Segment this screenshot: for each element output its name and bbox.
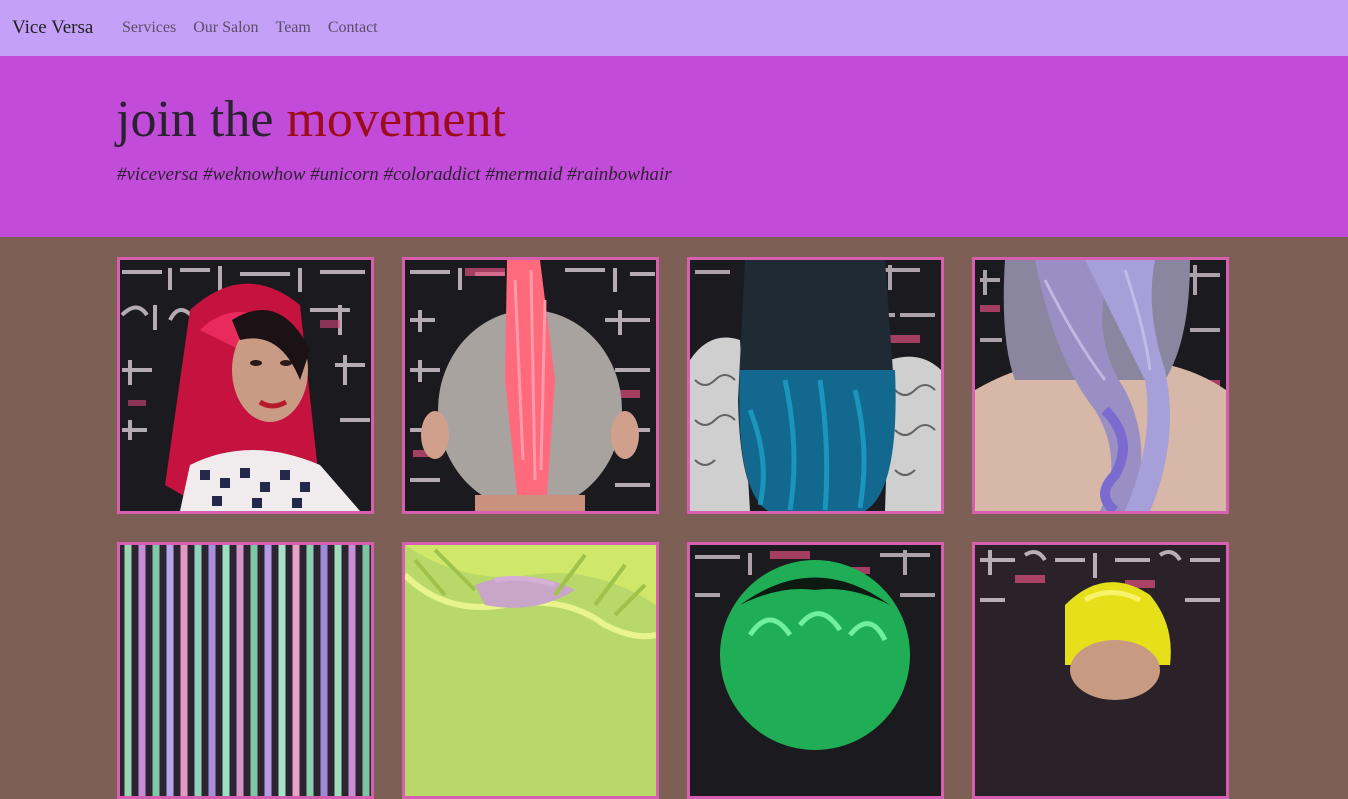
brand-logo[interactable]: Vice Versa xyxy=(12,17,93,39)
yellow-hair-photo xyxy=(975,545,1226,796)
nav-link-contact[interactable]: Contact xyxy=(328,18,378,38)
pink-mohawk-photo xyxy=(405,260,656,511)
hero-title: join the movement xyxy=(116,90,506,150)
gallery-photo-4[interactable] xyxy=(972,257,1229,514)
gallery-photo-8[interactable] xyxy=(972,542,1229,799)
gallery-photo-7[interactable] xyxy=(687,542,944,799)
gallery-photo-6[interactable] xyxy=(402,542,659,799)
hero-title-accent: movement xyxy=(286,91,506,148)
neon-green-pastel-hair-photo xyxy=(405,545,656,796)
hero-title-plain: join the xyxy=(116,91,287,148)
hero-hashtags: #viceversa #weknowhow #unicorn #coloradd… xyxy=(117,164,672,185)
gallery-photo-3[interactable] xyxy=(687,257,944,514)
nav-links: Services Our Salon Team Contact xyxy=(122,18,395,38)
nav-link-services[interactable]: Services xyxy=(122,18,176,38)
lavender-braid-photo xyxy=(975,260,1226,511)
pink-hair-woman-photo xyxy=(120,260,371,511)
gallery-photo-2[interactable] xyxy=(402,257,659,514)
nav-link-team[interactable]: Team xyxy=(276,18,311,38)
green-hair-photo xyxy=(690,545,941,796)
hero-banner: join the movement #viceversa #weknowhow … xyxy=(0,56,1348,237)
gallery-photo-5[interactable] xyxy=(117,542,374,799)
navbar: Vice Versa Services Our Salon Team Conta… xyxy=(0,0,1348,56)
blue-ombre-hair-photo xyxy=(690,260,941,511)
gallery-photo-1[interactable] xyxy=(117,257,374,514)
pastel-strands-photo xyxy=(120,545,371,796)
nav-link-our-salon[interactable]: Our Salon xyxy=(193,18,258,38)
